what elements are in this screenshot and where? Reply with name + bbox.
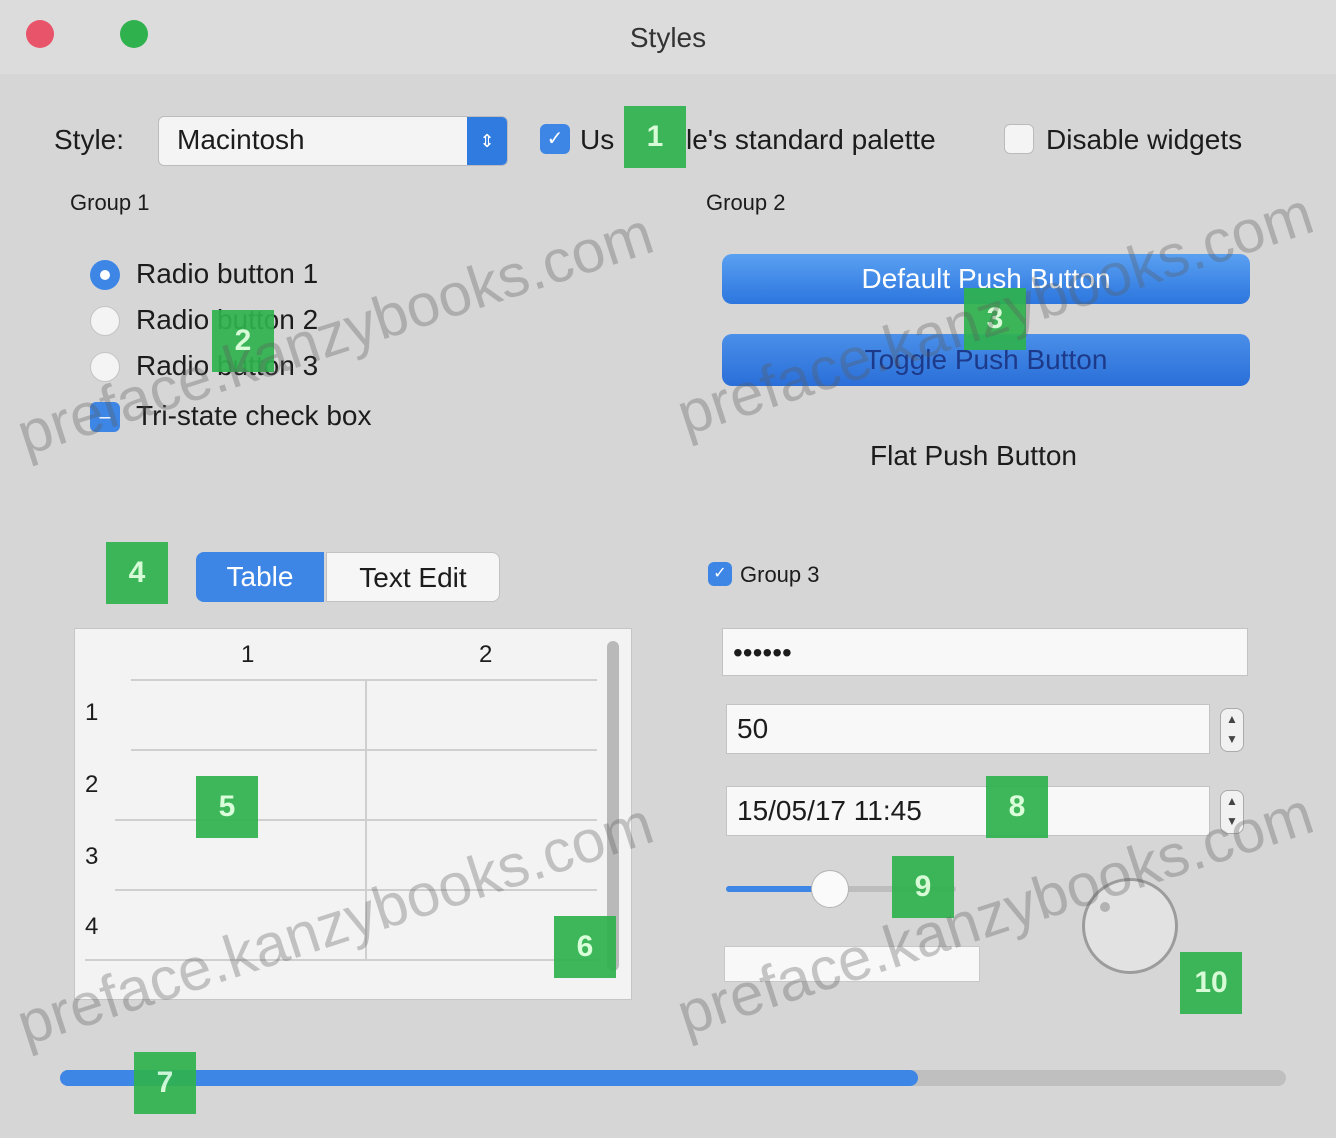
tab-table[interactable]: Table xyxy=(196,552,324,602)
column-header-1[interactable]: 1 xyxy=(241,641,254,669)
style-label: Style: xyxy=(54,124,125,155)
marker-10: 10 xyxy=(1180,952,1242,1014)
check-icon: ✓ xyxy=(546,128,564,150)
marker-4: 4 xyxy=(106,542,168,604)
disable-widgets-label: Disable widgets xyxy=(1046,124,1243,155)
disable-widgets-checkbox[interactable] xyxy=(1004,124,1034,154)
row-header-1[interactable]: 1 xyxy=(85,699,98,727)
marker-5: 5 xyxy=(196,776,258,838)
password-field[interactable]: •••••• xyxy=(722,628,1248,676)
chevron-updown-icon: ⇕ xyxy=(467,117,507,165)
column-header-2[interactable]: 2 xyxy=(479,641,492,669)
row-header-2[interactable]: 2 xyxy=(85,771,98,799)
table-grid-line xyxy=(131,749,597,751)
watermark: preface.kanzybooks.com xyxy=(668,179,1321,449)
marker-8: 8 xyxy=(986,776,1048,838)
standard-palette-label-end: le's standard palette xyxy=(686,124,936,155)
standard-palette-label-start: Us xyxy=(580,124,615,155)
marker-6: 6 xyxy=(554,916,616,978)
marker-7: 7 xyxy=(134,1052,196,1114)
check-icon: ✓ xyxy=(713,565,727,582)
marker-1: 1 xyxy=(624,106,686,168)
stepper-icon[interactable]: ▲ ▼ xyxy=(1220,708,1244,752)
slider-handle[interactable] xyxy=(810,870,849,908)
spin-box-field[interactable]: 50 xyxy=(726,704,1210,754)
style-combobox-value: Macintosh xyxy=(177,124,305,155)
group2-title: Group 2 xyxy=(706,190,786,215)
radio-button-1-label: Radio button 1 xyxy=(136,258,319,289)
row-header-3[interactable]: 3 xyxy=(85,843,98,871)
group1-title: Group 1 xyxy=(70,190,150,215)
window-title: Styles xyxy=(629,22,707,53)
style-combobox[interactable]: Macintosh ⇕ xyxy=(158,116,508,166)
radio-button-1[interactable] xyxy=(90,260,120,290)
tab-text-edit[interactable]: Text Edit xyxy=(326,552,500,602)
table-grid-line xyxy=(115,819,597,821)
group3-checkbox[interactable]: ✓ xyxy=(708,562,732,586)
radio-button-2[interactable] xyxy=(90,306,120,336)
group3-title: Group 3 xyxy=(740,562,820,587)
table-grid-line xyxy=(131,679,597,681)
standard-palette-checkbox[interactable]: ✓ xyxy=(540,124,570,154)
flat-push-button[interactable]: Flat Push Button xyxy=(870,440,1077,472)
row-header-4[interactable]: 4 xyxy=(85,913,98,941)
datetime-field[interactable]: 15/05/17 11:45 xyxy=(726,786,1210,836)
